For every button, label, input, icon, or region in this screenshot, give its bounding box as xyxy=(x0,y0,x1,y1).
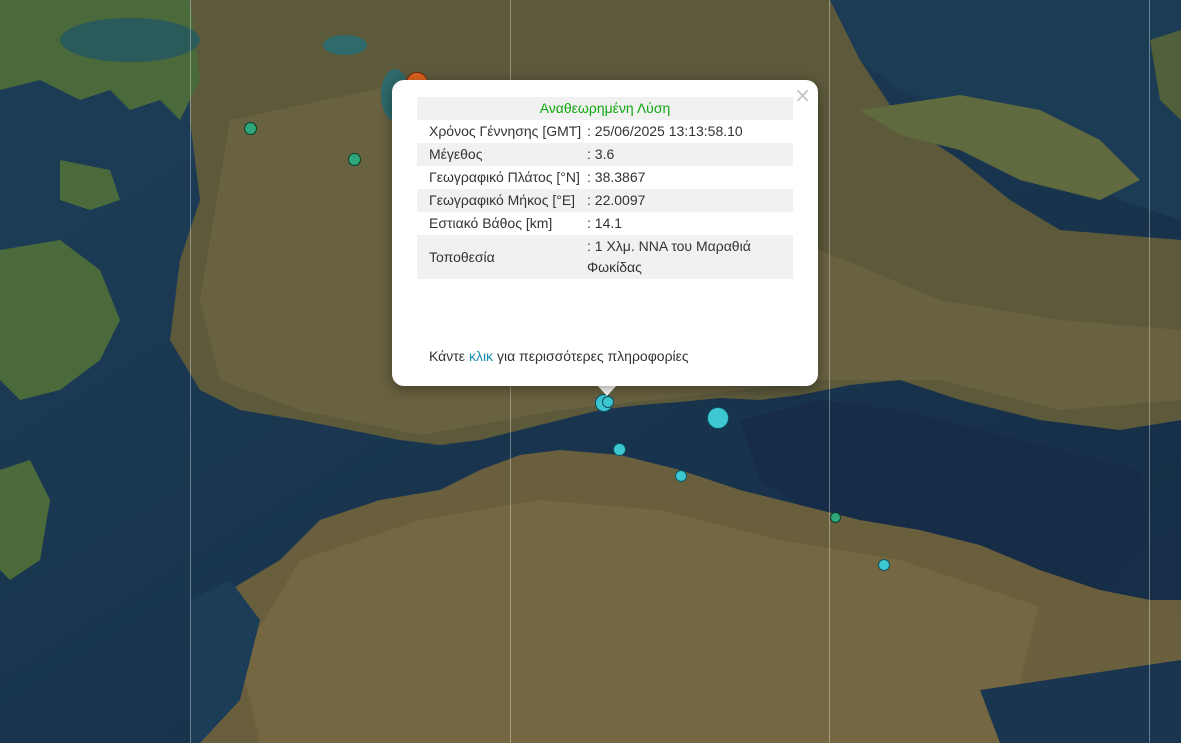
row-label: Χρόνος Γέννησης [GMT] xyxy=(429,123,582,139)
row-value: : 38.3867 xyxy=(587,169,646,185)
row-label: Γεωγραφικό Μήκος [°E] xyxy=(417,189,587,212)
table-row: Εστιακό Βάθος [km] : 14.1 xyxy=(417,212,793,235)
table-row: Χρόνος Γέννησης [GMT] : 25/06/2025 13:13… xyxy=(417,120,793,143)
earthquake-marker[interactable] xyxy=(675,470,687,482)
more-info-link[interactable]: κλικ xyxy=(469,348,493,364)
close-icon[interactable]: × xyxy=(794,84,811,106)
table-row: Γεωγραφικό Μήκος [°E] : 22.0097 xyxy=(417,189,793,212)
popup-title: Αναθεωρημένη Λύση xyxy=(417,97,793,120)
table-row: Μέγεθος : 3.6 xyxy=(417,143,793,166)
earthquake-info-popup: × Αναθεωρημένη Λύση Χρόνος Γέννησης [GMT… xyxy=(392,80,818,386)
row-label: Μέγεθος xyxy=(417,143,587,166)
graticule-line xyxy=(190,0,191,743)
earthquake-marker[interactable] xyxy=(244,122,257,135)
row-label: Τοποθεσία xyxy=(417,235,587,279)
graticule-line xyxy=(1149,0,1150,743)
footer-suffix: για περισσότερες πληροφορίες xyxy=(496,348,689,364)
earthquake-marker[interactable] xyxy=(613,443,626,456)
earthquake-marker[interactable] xyxy=(348,153,361,166)
row-label: Εστιακό Βάθος [km] xyxy=(429,215,553,231)
earthquake-marker[interactable] xyxy=(878,559,890,571)
table-row: Γεωγραφικό Πλάτος [°N] : 38.3867 xyxy=(417,166,793,189)
table-row: Τοποθεσία : 1 Χλμ. ΝΝΑ του Μαραθιά Φωκίδ… xyxy=(417,235,793,279)
row-value: : 1 Χλμ. ΝΝΑ του Μαραθιά Φωκίδας xyxy=(587,235,793,279)
graticule-line xyxy=(829,0,830,743)
row-value: : 22.0097 xyxy=(587,189,793,212)
row-value: : 14.1 xyxy=(587,215,623,231)
footer-prefix: Κάντε xyxy=(429,348,466,364)
row-value: : 3.6 xyxy=(587,143,793,166)
row-label: Γεωγραφικό Πλάτος [°N] xyxy=(429,169,580,185)
earthquake-details-table: Αναθεωρημένη Λύση Χρόνος Γέννησης [GMT] … xyxy=(417,97,793,279)
row-value: : 25/06/2025 13:13:58.10 xyxy=(587,123,743,139)
earthquake-marker[interactable] xyxy=(830,512,841,523)
popup-footer: Κάντε κλικ για περισσότερες πληροφορίες xyxy=(429,348,689,364)
earthquake-marker-selected[interactable] xyxy=(602,396,614,408)
earthquake-marker[interactable] xyxy=(707,407,729,429)
